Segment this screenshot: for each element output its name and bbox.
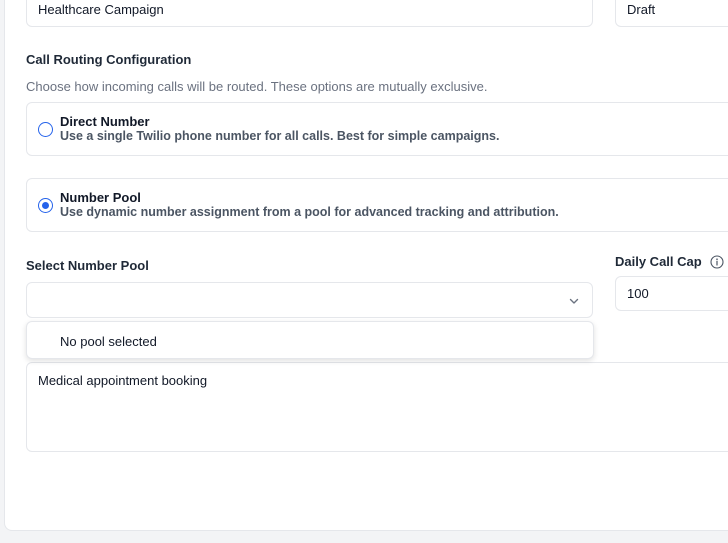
number-pool-description: Use dynamic number assignment from a poo…: [60, 205, 559, 219]
number-pool-title: Number Pool: [60, 190, 141, 205]
chevron-down-icon: [569, 298, 579, 304]
info-circle-icon[interactable]: [710, 254, 724, 269]
dropdown-item-no-pool[interactable]: No pool selected: [60, 334, 157, 349]
routing-section-title: Call Routing Configuration: [26, 52, 192, 67]
routing-option-number-pool[interactable]: Number Pool Use dynamic number assignmen…: [26, 178, 728, 232]
daily-call-cap-value: 100: [627, 286, 649, 301]
number-pool-label: Select Number Pool: [26, 258, 149, 273]
campaign-name-value: Healthcare Campaign: [38, 2, 164, 17]
number-pool-dropdown-menu: No pool selected: [26, 321, 594, 359]
number-pool-radio[interactable]: [38, 198, 53, 213]
direct-number-title: Direct Number: [60, 114, 150, 129]
routing-option-direct-number[interactable]: Direct Number Use a single Twilio phone …: [26, 102, 728, 156]
campaign-name-input[interactable]: Healthcare Campaign: [26, 0, 593, 27]
daily-call-cap-label-row: Daily Call Cap: [615, 254, 724, 269]
routing-section-helper: Choose how incoming calls will be routed…: [26, 79, 488, 94]
campaign-status-value: Draft: [627, 2, 656, 17]
direct-number-description: Use a single Twilio phone number for all…: [60, 129, 500, 143]
daily-call-cap-label: Daily Call Cap: [615, 254, 702, 269]
number-pool-select[interactable]: [26, 282, 593, 318]
description-textarea[interactable]: Medical appointment booking: [26, 362, 728, 452]
daily-call-cap-input[interactable]: 100: [615, 276, 728, 311]
direct-number-radio[interactable]: [38, 122, 53, 137]
campaign-status-select[interactable]: Draft: [615, 0, 728, 27]
description-value: Medical appointment booking: [38, 373, 208, 388]
